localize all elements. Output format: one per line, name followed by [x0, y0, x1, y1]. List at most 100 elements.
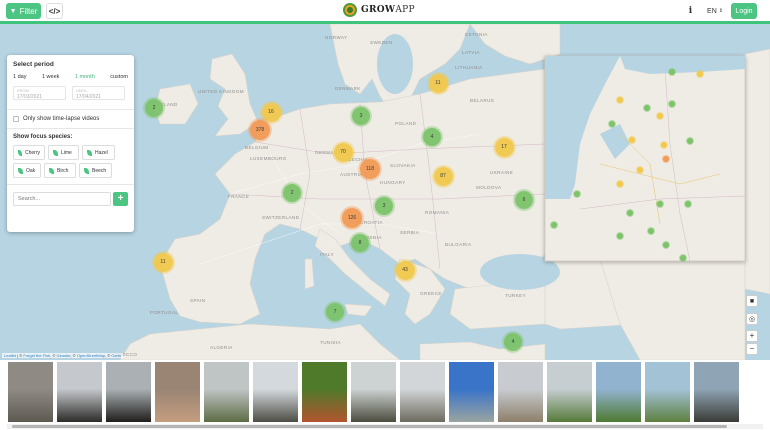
logo-icon — [343, 3, 357, 17]
cluster-marker[interactable]: 8 — [351, 234, 369, 252]
inset-marker[interactable] — [657, 201, 663, 207]
cluster-marker[interactable]: 126 — [342, 208, 362, 228]
embed-code-button[interactable]: </> — [46, 3, 63, 19]
photo-strip — [0, 360, 770, 424]
photo-thumbnail[interactable] — [204, 362, 249, 422]
period-1-month[interactable]: 1 month — [75, 74, 95, 80]
label-belarus: BELARUS — [470, 98, 494, 103]
cluster-marker[interactable]: 11 — [428, 73, 448, 93]
period-1-week[interactable]: 1 week — [42, 74, 59, 80]
cluster-count: 17 — [501, 144, 507, 150]
inset-marker[interactable] — [644, 105, 650, 111]
photo-thumbnail[interactable] — [645, 362, 690, 422]
photo-thumbnail[interactable] — [302, 362, 347, 422]
cluster-marker[interactable]: 2 — [145, 99, 163, 117]
zoom-in-button[interactable]: + — [746, 330, 758, 342]
inset-marker[interactable] — [629, 137, 635, 143]
inset-marker[interactable] — [687, 138, 693, 144]
cluster-marker[interactable]: 3 — [375, 197, 393, 215]
top-bar: ▼ Filter </> GROWAPP i EN ⇕ Login — [0, 0, 770, 22]
inset-marker[interactable] — [669, 101, 675, 107]
cluster-marker[interactable]: 87 — [433, 166, 453, 186]
cluster-marker[interactable]: 3 — [352, 107, 370, 125]
add-search-button[interactable]: + — [113, 192, 128, 206]
camera-button[interactable]: ■ — [746, 295, 758, 307]
inset-marker[interactable] — [648, 228, 654, 234]
language-select[interactable]: EN ⇕ — [703, 3, 727, 19]
cluster-marker[interactable]: 17 — [494, 137, 514, 157]
inset-marker[interactable] — [551, 222, 557, 228]
period-custom[interactable]: custom — [110, 74, 128, 80]
leaf-icon — [53, 149, 58, 156]
photo-thumbnail[interactable] — [498, 362, 543, 422]
label-france: FRANCE — [228, 194, 249, 199]
inset-marker[interactable] — [609, 121, 615, 127]
photo-thumbnail[interactable] — [596, 362, 641, 422]
photo-thumbnail[interactable] — [155, 362, 200, 422]
locate-button[interactable]: ◎ — [746, 313, 758, 325]
label-greece: GREECE — [420, 291, 442, 296]
leaf-icon — [49, 167, 54, 174]
inset-marker[interactable] — [657, 113, 663, 119]
cluster-marker[interactable]: 11 — [153, 252, 173, 272]
inset-marker[interactable] — [627, 210, 633, 216]
login-button[interactable]: Login — [731, 3, 757, 19]
until-date-field[interactable]: UNTIL 17/04/2021 — [72, 86, 125, 100]
inset-marker[interactable] — [617, 97, 623, 103]
species-lime-button[interactable]: Lime — [48, 145, 79, 160]
cluster-marker[interactable]: 6 — [515, 191, 533, 209]
cluster-marker[interactable]: 70 — [333, 142, 353, 162]
inset-marker[interactable] — [685, 201, 691, 207]
cluster-count: 3 — [382, 203, 386, 209]
inset-marker[interactable] — [637, 167, 643, 173]
inset-marker[interactable] — [669, 69, 675, 75]
inset-marker[interactable] — [617, 233, 623, 239]
from-date-field[interactable]: FROM 17/03/2021 — [13, 86, 66, 100]
cluster-marker[interactable]: 43 — [395, 260, 415, 280]
cluster-marker[interactable]: 4 — [423, 128, 441, 146]
species-beech-button[interactable]: Beech — [79, 163, 112, 178]
species-hazel-button[interactable]: Hazel — [82, 145, 115, 160]
inset-marker[interactable] — [661, 142, 667, 148]
timelapse-checkbox[interactable] — [13, 116, 19, 122]
label-croatia: CROATIA — [360, 220, 383, 225]
filter-panel: Select period 1 day 1 week 1 month custo… — [7, 55, 134, 232]
map[interactable]: UNITED KINGDOM IRELAND FRANCE SPAIN PORT… — [0, 24, 770, 360]
inset-marker[interactable] — [663, 156, 669, 162]
species-oak-button[interactable]: Oak — [13, 163, 41, 178]
timelapse-toggle[interactable]: Only show time-lapse videos — [13, 110, 128, 128]
photo-thumbnail[interactable] — [351, 362, 396, 422]
inset-marker[interactable] — [680, 255, 686, 261]
cluster-marker[interactable]: 4 — [504, 333, 522, 351]
search-input[interactable]: Search... — [13, 192, 111, 206]
cluster-count: 3 — [359, 113, 363, 119]
photo-thumbnail[interactable] — [8, 362, 53, 422]
date-range: FROM 17/03/2021 UNTIL 17/04/2021 — [13, 86, 128, 100]
inset-marker[interactable] — [697, 71, 703, 77]
app-logo[interactable]: GROWAPP — [343, 3, 415, 17]
inset-marker[interactable] — [617, 181, 623, 187]
cluster-marker[interactable]: 118 — [360, 159, 380, 179]
cluster-marker[interactable]: 2 — [283, 184, 301, 202]
cluster-marker[interactable]: 378 — [250, 120, 270, 140]
photo-thumbnail[interactable] — [253, 362, 298, 422]
species-birch-button[interactable]: Birch — [44, 163, 76, 178]
photo-thumbnail[interactable] — [449, 362, 494, 422]
photo-thumbnail[interactable] — [106, 362, 151, 422]
period-1-day[interactable]: 1 day — [13, 74, 26, 80]
cluster-marker[interactable]: 16 — [261, 102, 281, 122]
zoom-out-button[interactable]: − — [746, 343, 758, 355]
photo-thumbnail[interactable] — [694, 362, 739, 422]
filter-button[interactable]: ▼ Filter — [6, 3, 41, 19]
photo-thumbnail[interactable] — [400, 362, 445, 422]
inset-marker[interactable] — [574, 191, 580, 197]
inset-marker[interactable] — [663, 242, 669, 248]
scrollbar-thumb[interactable] — [12, 425, 727, 428]
divider — [7, 184, 134, 185]
photo-thumbnail[interactable] — [57, 362, 102, 422]
leaf-icon — [84, 167, 89, 174]
photo-thumbnail[interactable] — [547, 362, 592, 422]
cluster-marker[interactable]: 7 — [326, 303, 344, 321]
species-cherry-button[interactable]: Cherry — [13, 145, 45, 160]
info-button[interactable]: i — [682, 3, 699, 19]
